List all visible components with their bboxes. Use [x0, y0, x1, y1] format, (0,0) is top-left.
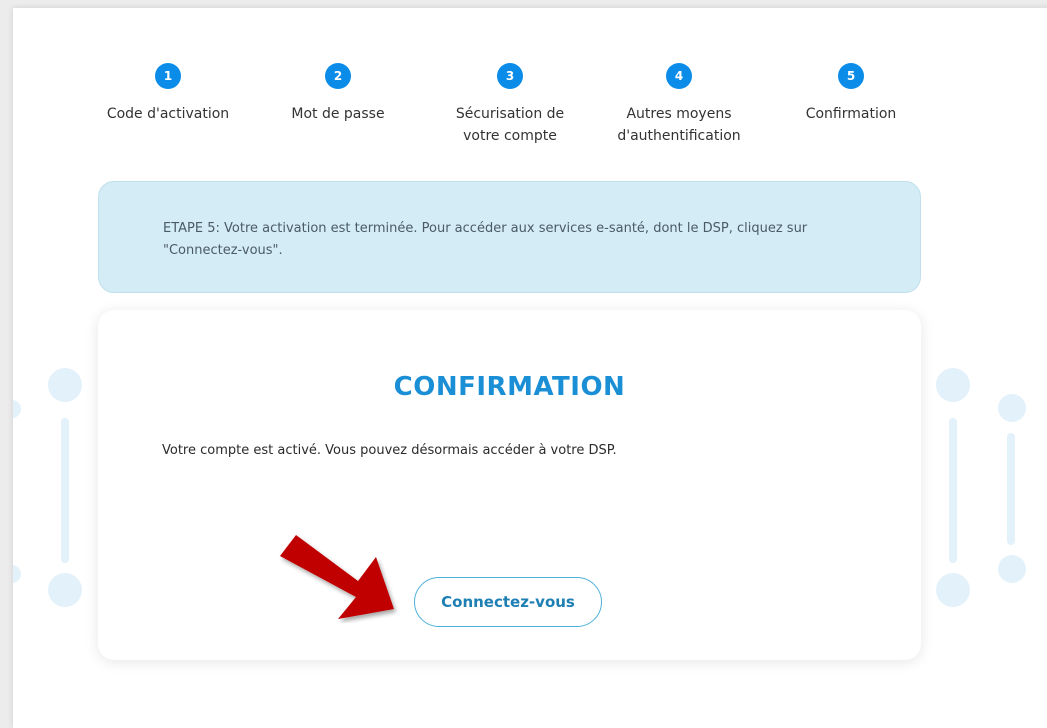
activation-page: 1 Code d'activation 2 Mot de passe 3 Séc…	[13, 8, 1047, 728]
step-number-badge: 2	[325, 63, 351, 89]
activation-stepper: 1 Code d'activation 2 Mot de passe 3 Séc…	[13, 63, 1047, 163]
decorative-bar	[1007, 433, 1015, 545]
red-arrow-icon	[280, 535, 394, 619]
step-2: 2 Mot de passe	[248, 63, 428, 125]
decorative-circle	[13, 400, 21, 418]
step-label: Autres moyens d'authentification	[617, 106, 741, 144]
step-1: 1 Code d'activation	[78, 63, 258, 125]
step-4: 4 Autres moyens d'authentification	[589, 63, 769, 147]
decorative-bar	[949, 418, 957, 563]
step-number-badge: 5	[838, 63, 864, 89]
decorative-circle	[936, 368, 970, 402]
decorative-circle	[48, 573, 82, 607]
step-label: Confirmation	[805, 106, 897, 122]
step-number-badge: 4	[666, 63, 692, 89]
decorative-bar	[61, 418, 69, 563]
decorative-circle	[998, 555, 1026, 583]
decorative-circle	[13, 565, 21, 583]
step-5: 5 Confirmation	[761, 63, 941, 125]
confirmation-message: Votre compte est activé. Vous pouvez dés…	[162, 443, 617, 458]
step-label: Sécurisation de votre compte	[455, 106, 565, 144]
connect-button[interactable]: Connectez-vous	[414, 577, 602, 627]
step-3: 3 Sécurisation de votre compte	[420, 63, 600, 147]
decorative-circle	[936, 573, 970, 607]
confirmation-title: CONFIRMATION	[393, 372, 626, 402]
step-label: Mot de passe	[291, 106, 385, 122]
step-number-badge: 1	[155, 63, 181, 89]
step-number-badge: 3	[497, 63, 523, 89]
info-banner: ETAPE 5: Votre activation est terminée. …	[98, 181, 921, 293]
confirmation-card: CONFIRMATION Votre compte est activé. Vo…	[98, 310, 921, 660]
info-banner-text: ETAPE 5: Votre activation est terminée. …	[163, 221, 808, 258]
step-label: Code d'activation	[106, 106, 230, 122]
decorative-circle	[998, 394, 1026, 422]
decorative-circle	[48, 368, 82, 402]
